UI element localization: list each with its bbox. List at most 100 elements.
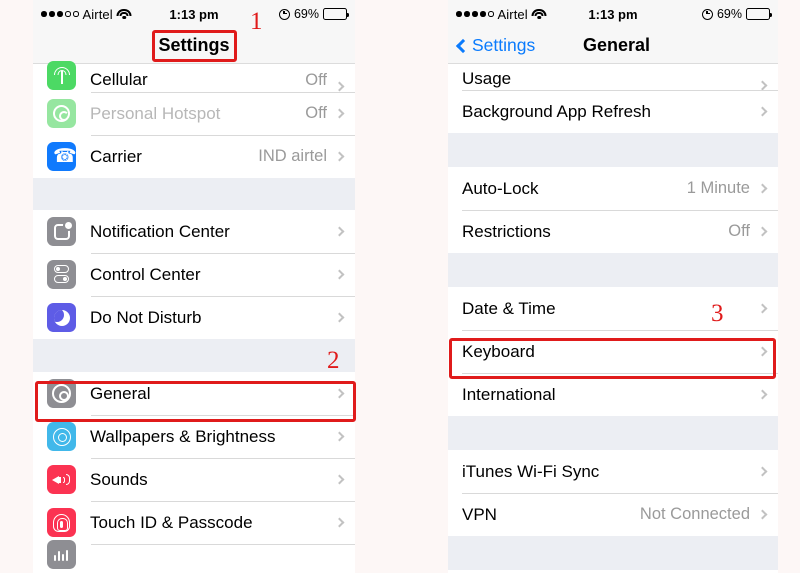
sidebar-item-do-not-disturb[interactable]: Do Not Disturb <box>33 296 355 339</box>
general-icon <box>47 379 76 408</box>
sidebar-item-carrier[interactable]: Carrier IND airtel <box>33 135 355 178</box>
nav-bar-left: Settings <box>33 28 355 64</box>
list-item-international[interactable]: International <box>448 373 778 416</box>
row-value: Off <box>305 104 327 122</box>
chevron-right-icon <box>757 389 768 400</box>
row-label: Do Not Disturb <box>90 307 202 327</box>
settings-group-system: General Wallpapers & Brightness Sounds T… <box>33 372 355 569</box>
status-bar-right: Airtel 1:13 pm 69% <box>448 0 778 28</box>
settings-list[interactable]: Cellular Off Personal Hotspot Off Carrie… <box>33 61 355 569</box>
chevron-right-icon <box>757 509 768 520</box>
do-not-disturb-icon <box>47 303 76 332</box>
chevron-right-icon <box>334 431 345 442</box>
list-item-auto-lock[interactable]: Auto-Lock 1 Minute <box>448 167 778 210</box>
settings-group-connectivity: Cellular Off Personal Hotspot Off Carrie… <box>33 61 355 178</box>
row-label: Sounds <box>90 469 148 489</box>
sidebar-item-wallpapers-brightness[interactable]: Wallpapers & Brightness <box>33 415 355 458</box>
settings-group-notifications: Notification Center Control Center Do No… <box>33 210 355 339</box>
sidebar-item-notification-center[interactable]: Notification Center <box>33 210 355 253</box>
battery-icon <box>323 8 350 20</box>
chevron-right-icon <box>757 466 768 477</box>
chevron-right-icon <box>334 269 345 280</box>
group-separator <box>448 133 778 167</box>
privacy-icon <box>47 539 76 569</box>
alarm-icon <box>701 8 713 20</box>
battery-percent-label: 69% <box>716 7 742 21</box>
page-title: Settings <box>158 35 230 55</box>
row-label: Auto-Lock <box>462 178 539 198</box>
chevron-right-icon <box>334 226 345 237</box>
row-label: Keyboard <box>462 341 535 361</box>
sidebar-item-sounds[interactable]: Sounds <box>33 458 355 501</box>
list-item-keyboard[interactable]: Keyboard <box>448 330 778 373</box>
row-label: Carrier <box>90 146 142 166</box>
page-title: General <box>583 35 651 55</box>
settings-screen: Airtel 1:13 pm 69% Settings Cellular Off <box>33 0 355 573</box>
group-separator <box>448 536 778 570</box>
annotation-number-2: 2 <box>327 347 340 374</box>
row-label: Wallpapers & Brightness <box>90 426 276 446</box>
row-label: Background App Refresh <box>462 101 652 121</box>
list-item-vpn[interactable]: VPN Not Connected <box>448 493 778 536</box>
nav-bar-right: Settings General <box>448 28 778 64</box>
list-item-itunes-wifi-sync[interactable]: iTunes Wi-Fi Sync <box>448 450 778 493</box>
general-group-locale: Date & Time Keyboard International <box>448 287 778 416</box>
row-label: Personal Hotspot <box>90 103 221 123</box>
row-label: General <box>90 383 151 403</box>
screenshot-stage: Airtel 1:13 pm 69% Settings Cellular Off <box>0 0 800 573</box>
row-label: Control Center <box>90 264 201 284</box>
general-group-sync: iTunes Wi-Fi Sync VPN Not Connected <box>448 450 778 536</box>
notification-center-icon <box>47 217 76 246</box>
row-label: International <box>462 384 556 404</box>
list-item-background-app-refresh[interactable]: Background App Refresh <box>448 90 778 133</box>
chevron-right-icon <box>334 312 345 323</box>
sounds-icon <box>47 465 76 494</box>
group-separator <box>33 178 355 210</box>
chevron-left-icon <box>455 38 471 53</box>
chevron-right-icon <box>757 226 768 237</box>
row-label: Restrictions <box>462 221 551 241</box>
chevron-right-icon <box>334 388 345 399</box>
chevron-right-icon <box>757 303 768 314</box>
chevron-right-icon <box>334 517 345 528</box>
chevron-right-icon <box>334 151 345 162</box>
sidebar-item-general[interactable]: General <box>33 372 355 415</box>
battery-percent-label: 69% <box>293 7 319 21</box>
row-label: Usage <box>462 69 512 88</box>
row-label: iTunes Wi-Fi Sync <box>462 461 600 481</box>
list-item-restrictions[interactable]: Restrictions Off <box>448 210 778 253</box>
sidebar-item-privacy-partial[interactable] <box>33 539 355 569</box>
chevron-right-icon <box>757 80 768 91</box>
row-value: Off <box>305 71 327 89</box>
row-label: Touch ID & Passcode <box>90 512 253 532</box>
annotation-number-1: 1 <box>250 8 263 35</box>
list-item-usage[interactable]: Usage <box>448 64 778 91</box>
group-separator <box>448 416 778 450</box>
back-button[interactable]: Settings <box>455 35 535 56</box>
chevron-right-icon <box>334 81 345 92</box>
sidebar-item-personal-hotspot[interactable]: Personal Hotspot Off <box>33 92 355 135</box>
status-bar-left: Airtel 1:13 pm 69% <box>33 0 355 28</box>
row-label: Notification Center <box>90 221 230 241</box>
sidebar-item-control-center[interactable]: Control Center <box>33 253 355 296</box>
sidebar-item-cellular[interactable]: Cellular Off <box>33 61 355 92</box>
control-center-icon <box>47 260 76 289</box>
row-value: IND airtel <box>258 147 327 165</box>
group-separator <box>448 253 778 287</box>
row-value: Not Connected <box>639 505 750 523</box>
general-list[interactable]: Usage Background App Refresh Auto-Lock 1… <box>448 64 778 570</box>
general-group-usage: Usage Background App Refresh <box>448 64 778 133</box>
sidebar-item-touch-id-passcode[interactable]: Touch ID & Passcode <box>33 501 355 544</box>
carrier-icon <box>47 142 77 171</box>
chevron-right-icon <box>757 183 768 194</box>
list-item-date-time[interactable]: Date & Time <box>448 287 778 330</box>
row-label: Cellular <box>90 70 148 89</box>
row-label: VPN <box>462 504 497 524</box>
general-screen: Airtel 1:13 pm 69% Settings General Usag… <box>448 0 778 573</box>
wallpapers-icon <box>47 422 76 451</box>
row-value: 1 Minute <box>686 179 750 197</box>
chevron-right-icon <box>757 106 768 117</box>
alarm-icon <box>278 8 290 20</box>
chevron-right-icon <box>334 108 345 119</box>
row-value: Off <box>728 222 750 240</box>
